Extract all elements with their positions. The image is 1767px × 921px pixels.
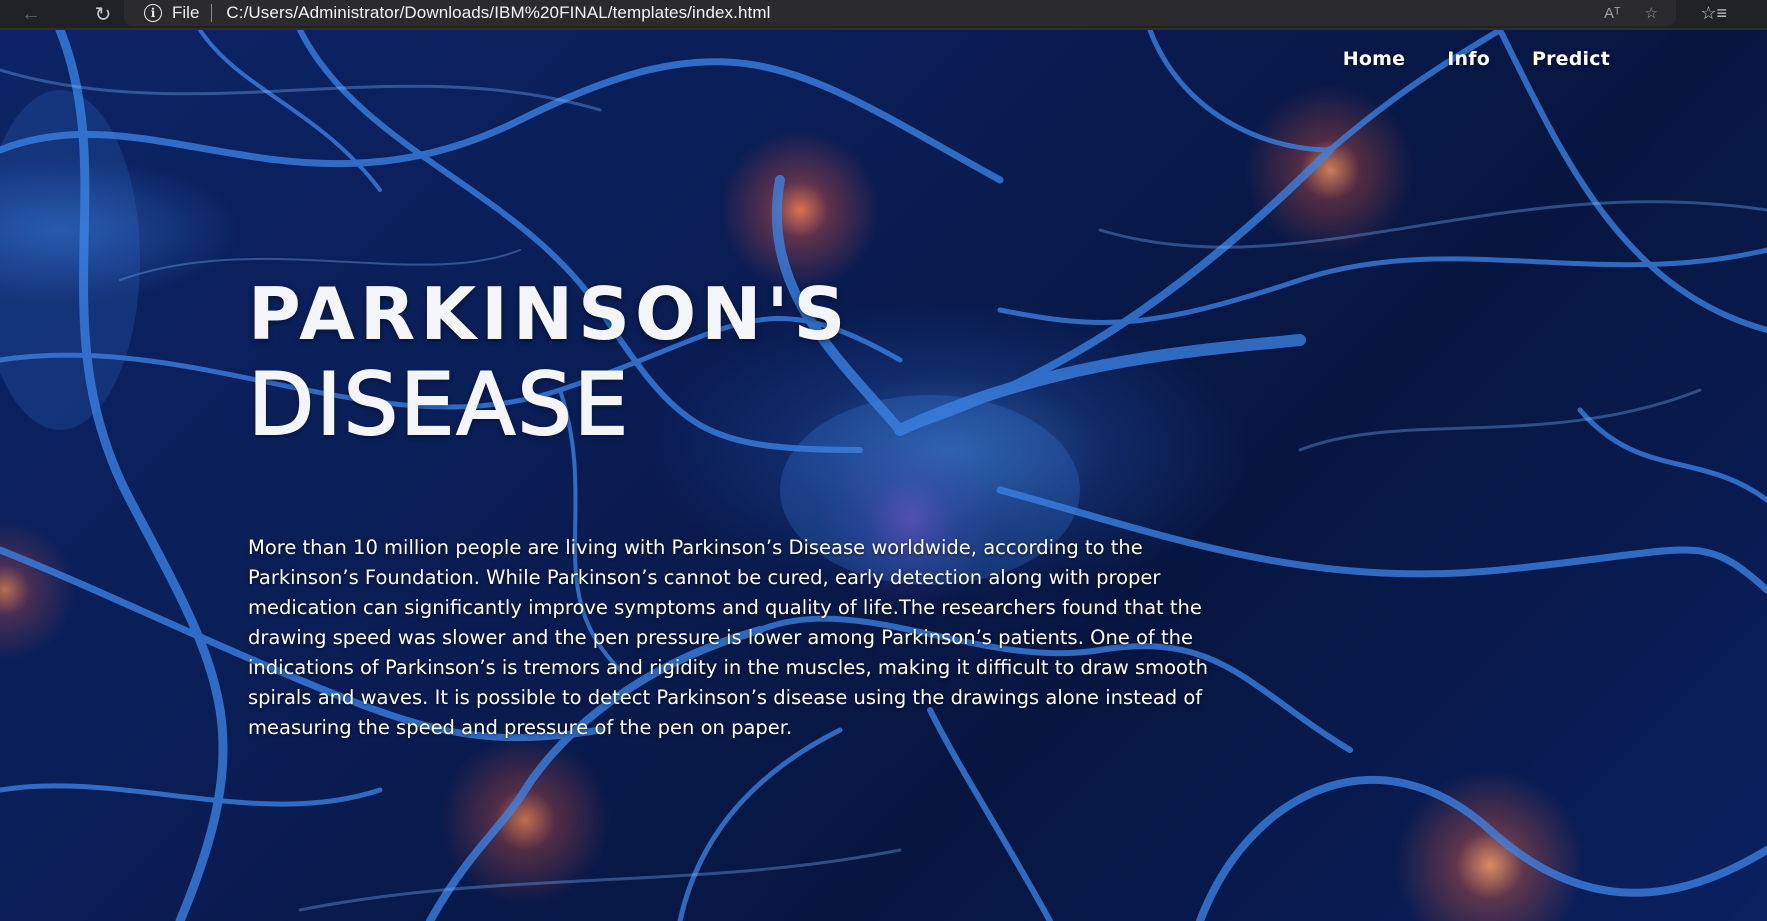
read-aloud-icon[interactable]: Aᵀ [1604, 5, 1621, 22]
page-title: PARKINSON'S DISEASE [247, 270, 851, 455]
address-bar-actions: Aᵀ ☆ [1604, 0, 1658, 26]
info-icon[interactable]: i [144, 4, 162, 22]
url-text[interactable]: C:/Users/Administrator/Downloads/IBM%20F… [226, 3, 770, 23]
scheme-label: File [172, 3, 200, 22]
nav-home-link[interactable]: Home [1343, 48, 1405, 70]
hero-description: More than 10 million people are living w… [248, 536, 1208, 739]
neuron-background-image [0, 30, 1767, 921]
neuron-cell-left [0, 90, 140, 430]
toolbar-right: ☆≡ [1700, 0, 1727, 26]
main-nav: Home Info Predict [1343, 48, 1610, 70]
address-bar[interactable]: i File C:/Users/Administrator/Downloads/… [124, 0, 1676, 26]
nav-predict-link[interactable]: Predict [1532, 48, 1610, 70]
reload-icon[interactable]: ↻ [86, 2, 120, 26]
nav-info-link[interactable]: Info [1447, 48, 1490, 70]
browser-toolbar: ← ↻ i File C:/Users/Administrator/Downlo… [0, 0, 1767, 30]
title-line-2: DISEASE [247, 355, 631, 455]
back-arrow-icon[interactable]: ← [14, 2, 48, 26]
address-divider [211, 4, 213, 22]
hero-section: Home Info Predict PARKINSON'S DISEASE Mo… [0, 30, 1767, 921]
favorites-icon[interactable]: ☆≡ [1700, 3, 1727, 24]
add-favorite-icon[interactable]: ☆ [1645, 4, 1658, 22]
title-line-1: PARKINSON'S [248, 272, 851, 356]
